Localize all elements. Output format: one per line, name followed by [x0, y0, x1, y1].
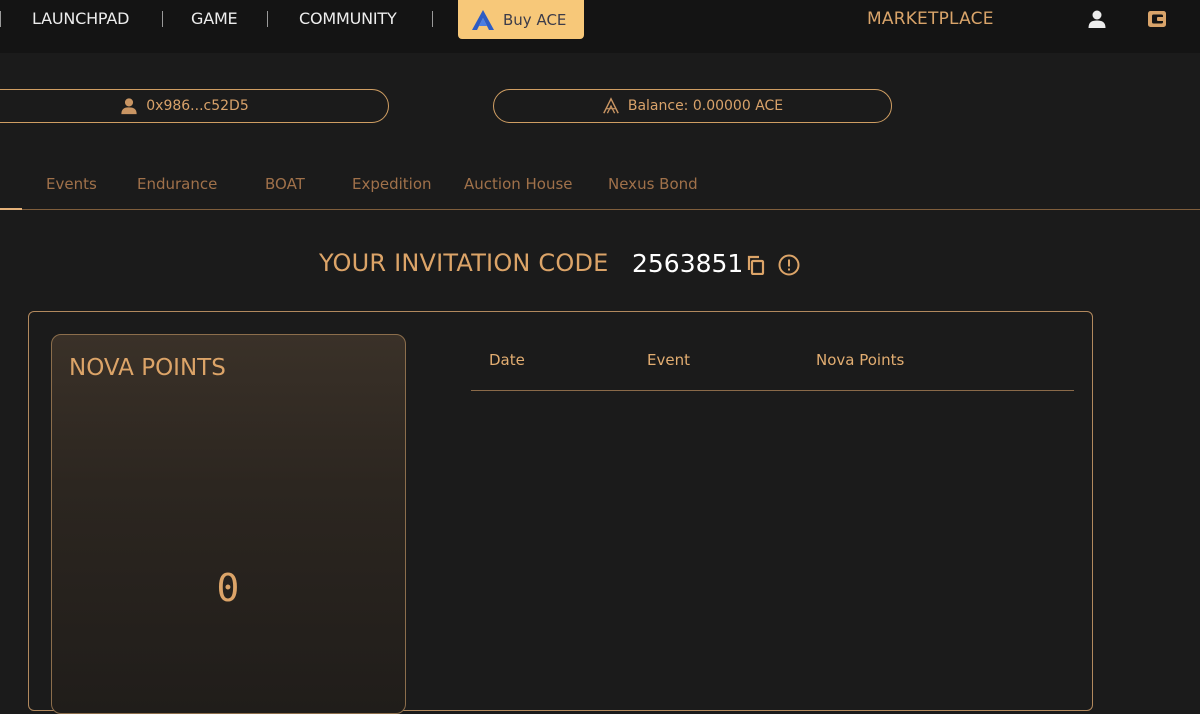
balance-pill: Balance: 0.00000 ACE [493, 89, 892, 123]
table-header-date: Date [489, 351, 525, 369]
tab-boat[interactable]: BOAT [265, 175, 305, 193]
marketplace-link[interactable]: MARKETPLACE [867, 9, 994, 29]
top-navigation-bar: LAUNCHPAD GAME COMMUNITY Buy ACE MARKETP… [0, 0, 1200, 53]
balance-text: Balance: 0.00000 ACE [627, 98, 784, 114]
copy-icon[interactable] [746, 255, 766, 275]
table-header-divider [471, 390, 1074, 391]
buy-ace-button[interactable]: Buy ACE [458, 0, 584, 39]
buy-ace-label: Buy ACE [503, 10, 567, 29]
nova-points-card [51, 334, 406, 714]
tab-events[interactable]: Events [46, 175, 97, 193]
user-icon[interactable] [1087, 9, 1107, 29]
nav-separator [267, 11, 268, 27]
tab-endurance[interactable]: Endurance [137, 175, 217, 193]
nav-separator [0, 11, 1, 27]
tab-nexus-bond[interactable]: Nexus Bond [608, 175, 698, 193]
nav-link-launchpad[interactable]: LAUNCHPAD [32, 9, 129, 28]
nova-points-title: NOVA POINTS [69, 355, 226, 381]
wallet-address-pill[interactable]: 0x986...c52D5 [0, 89, 389, 123]
wallet-icon[interactable] [1147, 9, 1167, 29]
table-header-event: Event [647, 351, 690, 369]
nav-link-game[interactable]: GAME [191, 9, 238, 28]
nav-separator [432, 11, 433, 27]
invitation-code-title: YOUR INVITATION CODE [319, 249, 609, 277]
ace-logo-icon [472, 9, 494, 30]
nav-separator [162, 11, 163, 27]
active-tab-indicator [0, 208, 22, 210]
tab-expedition[interactable]: Expedition [352, 175, 432, 193]
invitation-code-value: 2563851 [632, 249, 744, 278]
nav-link-community[interactable]: COMMUNITY [299, 9, 397, 28]
tabs-divider [0, 209, 1200, 210]
tab-auction-house[interactable]: Auction House [464, 175, 573, 193]
wallet-address: 0x986...c52D5 [146, 98, 249, 114]
table-header-nova-points: Nova Points [816, 351, 905, 369]
ace-logo-icon [602, 97, 619, 114]
user-icon [121, 98, 137, 115]
nova-points-value: 0 [216, 566, 240, 610]
info-icon[interactable] [778, 254, 800, 276]
